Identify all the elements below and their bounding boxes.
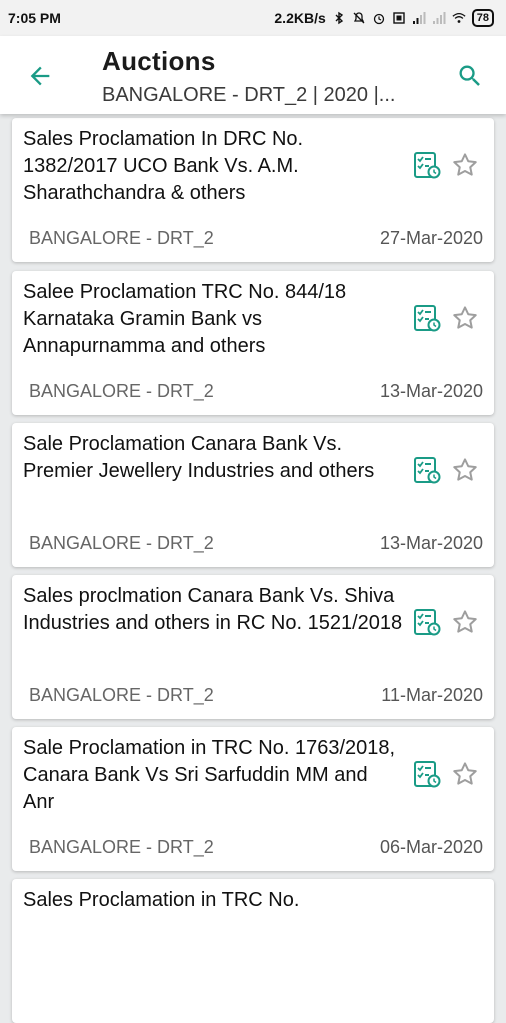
court-name: BANGALORE - DRT_2 [29,381,214,401]
search-button[interactable] [452,58,488,94]
star-outline-icon[interactable] [450,607,480,637]
alarm-icon [373,13,384,25]
search-icon [459,65,480,86]
checklist-schedule-icon[interactable] [412,759,442,789]
auction-title: Sales proclmation Canara Bank Vs. Shiva … [23,585,403,634]
checklist-schedule-icon[interactable] [412,303,442,333]
court-name: BANGALORE - DRT_2 [29,685,214,705]
back-button[interactable] [22,58,58,94]
auction-date: 13-Mar-2020 [379,381,483,401]
auction-date: 27-Mar-2020 [379,228,483,248]
court-name: BANGALORE - DRT_2 [29,533,214,553]
star-outline-icon[interactable] [450,150,480,180]
status-bar: 7:05 PM 2.2KB/s 78 [0,0,506,36]
sim-icon [393,12,405,24]
checklist-schedule-icon[interactable] [412,150,442,180]
auction-card[interactable]: Sales proclmation Canara Bank Vs. Shiva … [12,575,494,719]
page-title: Auctions [102,46,216,76]
auction-date: 06-Mar-2020 [379,837,483,857]
bluetooth-icon [335,11,343,25]
auction-card[interactable]: Sales Proclamation In DRC No. 1382/2017 … [12,118,494,262]
star-outline-icon[interactable] [450,455,480,485]
signal-2-icon [432,12,446,24]
auction-date: 13-Mar-2020 [379,533,483,553]
auction-title: Salee Proclamation TRC No. 844/18 Karnat… [23,281,347,357]
court-name: BANGALORE - DRT_2 [29,837,214,857]
auction-card[interactable]: Sales Proclamation in TRC No. [12,879,494,1023]
auction-title: Sale Proclamation in TRC No. 1763/2018, … [23,737,396,813]
checklist-schedule-icon[interactable] [412,455,442,485]
network-speed: 2.2KB/s [274,10,326,26]
auction-title: Sales Proclamation in TRC No. [23,889,300,911]
mute-bell-icon [353,12,365,24]
auction-card[interactable]: Sale Proclamation in TRC No. 1763/2018, … [12,727,494,871]
checklist-schedule-icon[interactable] [412,607,442,637]
arrow-back-icon [30,66,50,86]
app-bar: Auctions BANGALORE - DRT_2 | 2020 |... [0,36,506,114]
auction-card[interactable]: Sale Proclamation Canara Bank Vs. Premie… [12,423,494,567]
auction-date: 11-Mar-2020 [381,685,483,705]
court-name: BANGALORE - DRT_2 [29,228,214,248]
signal-icon [412,12,426,24]
status-icons: 2.2KB/s 78 [274,9,494,27]
page-subtitle: BANGALORE - DRT_2 | 2020 |... [102,84,396,106]
auction-title: Sales Proclamation In DRC No. 1382/2017 … [23,128,304,204]
star-outline-icon[interactable] [450,303,480,333]
star-outline-icon[interactable] [450,759,480,789]
wifi-icon [452,12,466,23]
auction-card[interactable]: Salee Proclamation TRC No. 844/18 Karnat… [12,271,494,415]
status-time: 7:05 PM [8,10,61,26]
battery-icon: 78 [471,9,494,27]
auction-title: Sale Proclamation Canara Bank Vs. Premie… [23,433,375,482]
